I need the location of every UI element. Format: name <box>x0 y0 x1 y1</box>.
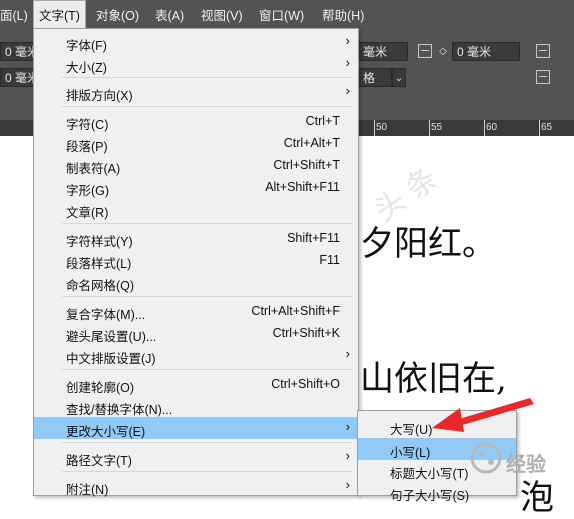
menu-item-tabs[interactable]: 制表符(A) Ctrl+Shift+T <box>34 154 358 176</box>
page-text-line-1: 夕阳红。 <box>360 224 496 264</box>
left-indent-field[interactable]: 0 毫米 <box>0 42 34 61</box>
chevron-right-icon: › <box>345 33 350 48</box>
menu-item-font[interactable]: 字体(F) › <box>34 31 358 53</box>
page-text-line-2: 山依旧在, <box>360 359 507 399</box>
menu-item-kinsoku[interactable]: 避头尾设置(U)... Ctrl+Shift+K <box>34 322 358 344</box>
menu-item-paragraph-styles[interactable]: 段落样式(L) F11 <box>34 249 358 271</box>
red-arrow-annotation <box>432 398 534 432</box>
chevron-right-icon: › <box>345 346 350 361</box>
menu-separator <box>62 77 352 78</box>
ruler-label: 50 <box>376 122 388 133</box>
menu-item-composite-fonts[interactable]: 复合字体(M)... Ctrl+Alt+Shift+F <box>34 300 358 322</box>
menu-item-named-grids[interactable]: 命名网格(Q) <box>34 271 358 293</box>
menu-separator <box>62 223 352 224</box>
first-line-indent-field[interactable]: 0 毫米 <box>0 68 34 87</box>
menu-type[interactable]: 文字(T) <box>33 0 86 30</box>
ruler-label: 60 <box>486 122 498 133</box>
menu-item-character[interactable]: 字符(C) Ctrl+T <box>34 110 358 132</box>
menu-item-glyphs[interactable]: 字形(G) Alt+Shift+F11 <box>34 176 358 198</box>
chevron-right-icon: › <box>345 419 350 434</box>
menubar: 面(L) 文字(T) 对象(O) 表(A) 视图(V) 窗口(W) 帮助(H) <box>0 0 574 30</box>
type-menu-dropdown: 字体(F) › 大小(Z) › 排版方向(X) › 字符(C) Ctrl+T 段落(P)… <box>33 28 359 497</box>
menu-layout[interactable]: 面(L) <box>0 0 28 30</box>
menu-item-story[interactable]: 文章(R) <box>34 198 358 220</box>
chevron-right-icon: › <box>345 477 350 492</box>
menu-view[interactable]: 视图(V) <box>201 0 243 30</box>
menu-separator <box>62 296 352 297</box>
menu-item-character-styles[interactable]: 字符样式(Y) Shift+F11 <box>34 227 358 249</box>
menu-item-orientation[interactable]: 排版方向(X) › <box>34 81 358 103</box>
space-after-field[interactable]: 0 毫米 <box>452 42 520 61</box>
chevron-right-icon: › <box>345 448 350 463</box>
logo-text: 经验 <box>506 454 546 476</box>
menu-item-size[interactable]: 大小(Z) › <box>34 53 358 75</box>
menu-separator <box>62 369 352 370</box>
drop-cap-chars-icon[interactable] <box>536 70 550 84</box>
drop-cap-icon[interactable] <box>536 44 550 58</box>
menu-separator <box>62 471 352 472</box>
menu-help[interactable]: 帮助(H) <box>322 0 364 30</box>
ruler-label: 65 <box>541 122 553 133</box>
menu-separator <box>62 442 352 443</box>
chevron-right-icon: › <box>345 83 350 98</box>
menu-item-create-outlines[interactable]: 创建轮廓(O) Ctrl+Shift+O <box>34 373 358 395</box>
space-before-field[interactable]: 毫米 <box>358 42 408 61</box>
menu-item-change-case[interactable]: 更改大小写(E) › <box>34 417 358 439</box>
stepper-icon[interactable]: ◇ <box>436 42 450 61</box>
menu-separator <box>62 106 352 107</box>
ruler-label: 55 <box>431 122 443 133</box>
menu-item-type-on-path[interactable]: 路径文字(T) › <box>34 446 358 468</box>
menu-window[interactable]: 窗口(W) <box>259 0 304 30</box>
menu-item-notes[interactable]: 附注(N) › <box>34 475 358 497</box>
space-after-icon <box>418 44 432 58</box>
chevron-right-icon: › <box>345 55 350 70</box>
menu-item-mojikumi[interactable]: 中文排版设置(J) › <box>34 344 358 366</box>
grid-align-field[interactable]: 格 <box>358 68 392 87</box>
menu-item-find-font[interactable]: 查找/替换字体(N)... <box>34 395 358 417</box>
submenu-item-sentence-case[interactable]: 句子大小写(S) <box>358 481 516 503</box>
chevron-down-icon[interactable]: ⌄ <box>392 68 406 87</box>
page-text-line-3: 泡 <box>520 478 554 518</box>
menu-object[interactable]: 对象(O) <box>96 0 139 30</box>
menu-item-paragraph[interactable]: 段落(P) Ctrl+Alt+T <box>34 132 358 154</box>
menu-table[interactable]: 表(A) <box>155 0 184 30</box>
